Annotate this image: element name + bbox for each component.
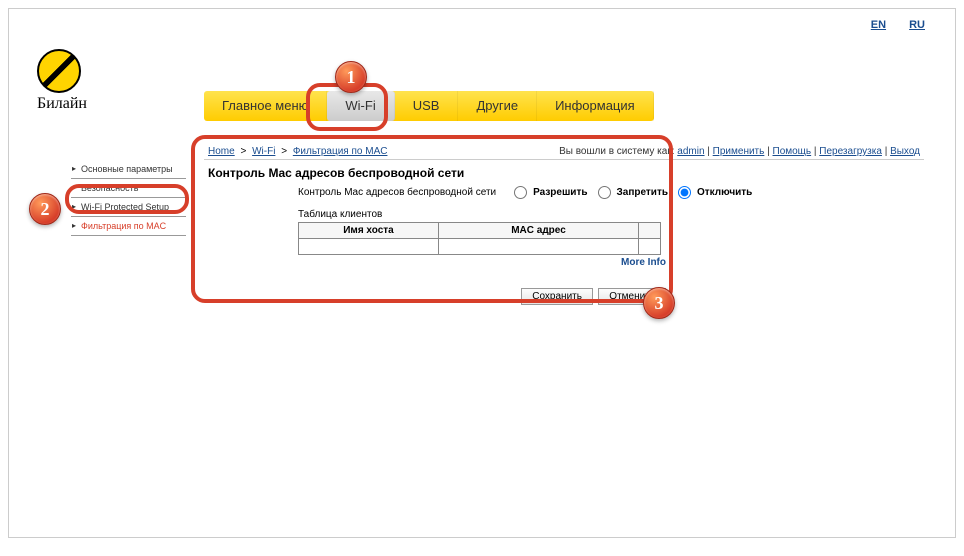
lang-en-link[interactable]: EN <box>871 19 886 31</box>
top-navigation: Главное меню Wi-Fi USB Другие Информация <box>204 91 654 121</box>
user-link[interactable]: admin <box>677 146 704 157</box>
breadcrumb-sep: > <box>240 146 246 157</box>
breadcrumb: Home > Wi-Fi > Фильтрация по MAC <box>208 146 387 157</box>
annotation-badge-3: 3 <box>643 287 675 319</box>
clients-table: Имя хоста MAC адрес <box>298 222 661 255</box>
page-title: Контроль Mac адресов беспроводной сети <box>208 166 920 180</box>
logged-in-label: Вы вошли в систему как: <box>559 146 674 157</box>
logo-text: Билайн <box>37 95 87 113</box>
col-mac-address: MAC адрес <box>439 223 639 239</box>
system-links: Вы вошли в систему как: admin | Применит… <box>559 146 920 157</box>
language-bar: EN RU <box>851 19 925 31</box>
lang-ru-link[interactable]: RU <box>909 19 925 31</box>
main-content: Home > Wi-Fi > Фильтрация по MAC Вы вошл… <box>204 144 924 311</box>
brand-logo: Билайн <box>37 49 87 113</box>
col-hostname: Имя хоста <box>299 223 439 239</box>
sidebar-item-mac-filter[interactable]: Фильтрация по MAC <box>71 217 186 236</box>
more-info-row: More Info <box>298 257 666 268</box>
radio-disable-label: Отключить <box>697 187 752 198</box>
cell-action[interactable] <box>639 239 661 255</box>
save-button[interactable]: Сохранить <box>521 288 593 305</box>
more-info-link[interactable]: More Info <box>621 257 666 268</box>
apply-link[interactable]: Применить <box>713 146 765 157</box>
col-action <box>639 223 661 239</box>
radio-allow-label: Разрешить <box>533 187 587 198</box>
radio-deny-label: Запретить <box>617 187 669 198</box>
nav-main-menu[interactable]: Главное меню <box>204 91 327 121</box>
sidebar-item-security[interactable]: Безопасность <box>71 179 186 198</box>
breadcrumb-sep: > <box>281 146 287 157</box>
nav-usb[interactable]: USB <box>395 91 459 121</box>
cell-mac <box>439 239 639 255</box>
mac-control-row: Контроль Mac адресов беспроводной сети Р… <box>298 186 920 199</box>
sidebar-item-wps[interactable]: Wi-Fi Protected Setup <box>71 198 186 217</box>
control-label: Контроль Mac адресов беспроводной сети <box>298 187 496 198</box>
cell-hostname <box>299 239 439 255</box>
breadcrumb-status-row: Home > Wi-Fi > Фильтрация по MAC Вы вошл… <box>204 144 924 160</box>
breadcrumb-home[interactable]: Home <box>208 146 235 157</box>
reboot-link[interactable]: Перезагрузка <box>819 146 882 157</box>
sidebar: Основные параметры Безопасность Wi-Fi Pr… <box>71 160 186 236</box>
radio-deny[interactable] <box>598 186 611 199</box>
sidebar-item-basic[interactable]: Основные параметры <box>71 160 186 179</box>
radio-disable[interactable] <box>678 186 691 199</box>
help-link[interactable]: Помощь <box>773 146 812 157</box>
breadcrumb-current[interactable]: Фильтрация по MAC <box>293 146 388 157</box>
action-buttons: Сохранить Отменить <box>298 288 666 305</box>
radio-allow[interactable] <box>514 186 527 199</box>
clients-table-caption: Таблица клиентов <box>298 209 920 220</box>
breadcrumb-wifi[interactable]: Wi-Fi <box>252 146 275 157</box>
annotation-badge-2: 2 <box>29 193 61 225</box>
nav-information[interactable]: Информация <box>537 91 654 121</box>
nav-other[interactable]: Другие <box>458 91 537 121</box>
logout-link[interactable]: Выход <box>890 146 920 157</box>
table-header-row: Имя хоста MAC адрес <box>299 223 661 239</box>
table-row <box>299 239 661 255</box>
annotation-badge-1: 1 <box>335 61 367 93</box>
nav-wifi[interactable]: Wi-Fi <box>327 91 394 121</box>
logo-icon <box>37 49 81 93</box>
